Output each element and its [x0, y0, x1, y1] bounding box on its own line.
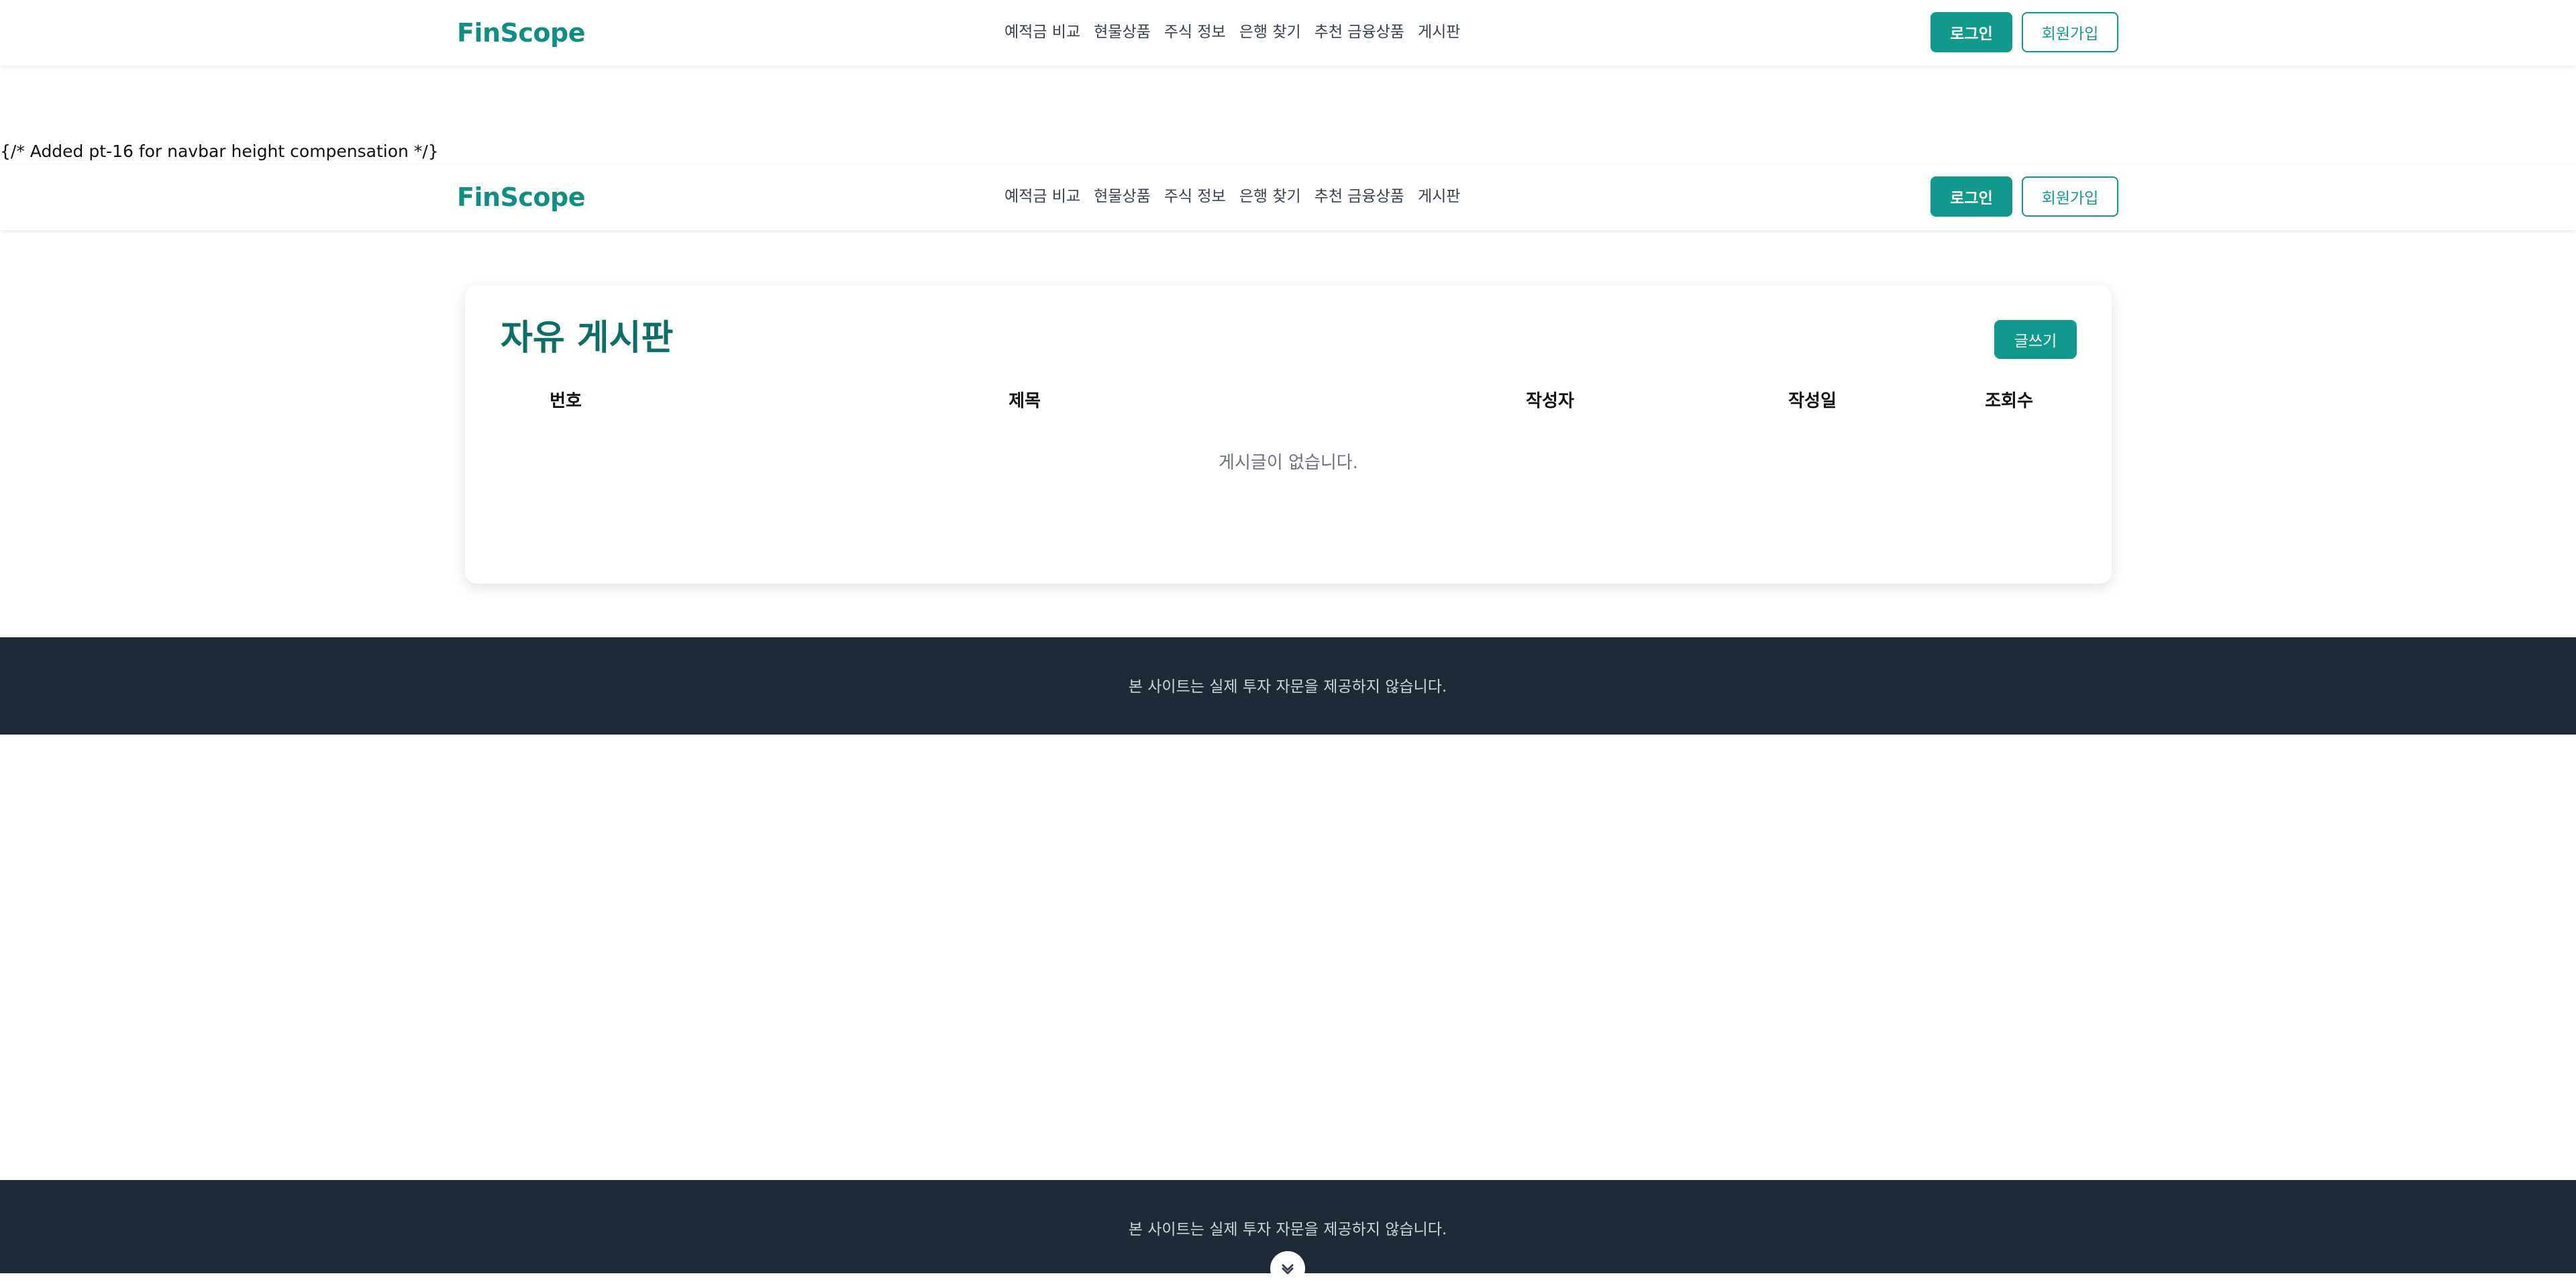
signup-button[interactable]: 회원가입 — [2022, 176, 2118, 217]
nav-link-recommended-products[interactable]: 추천 금융상품 — [1315, 184, 1404, 209]
column-header-author: 작성자 — [1526, 391, 1574, 411]
empty-posts-message: 게시글이 없습니다. — [1219, 453, 1358, 473]
stray-code-comment: {/* Added pt-16 for navbar height compen… — [0, 142, 439, 161]
brand-logo[interactable]: FinScope — [457, 17, 586, 48]
column-header-date: 작성일 — [1788, 391, 1837, 411]
nav-link-deposit-compare[interactable]: 예적금 비교 — [1004, 184, 1080, 209]
nav-links: 예적금 비교 현물상품 주식 정보 은행 찾기 추천 금융상품 게시판 — [1004, 184, 1460, 209]
nav-link-board[interactable]: 게시판 — [1418, 184, 1460, 209]
secondary-navbar: FinScope 예적금 비교 현물상품 주식 정보 은행 찾기 추천 금융상품… — [0, 164, 2576, 230]
login-button[interactable]: 로그인 — [1930, 12, 2012, 52]
nav-links: 예적금 비교 현물상품 주식 정보 은행 찾기 추천 금융상품 게시판 — [1004, 20, 1460, 44]
chevron-down-icon[interactable] — [1270, 1251, 1305, 1286]
nav-link-recommended-products[interactable]: 추천 금융상품 — [1315, 20, 1404, 44]
nav-link-stock-info[interactable]: 주식 정보 — [1164, 20, 1226, 44]
footer: 본 사이트는 실제 투자 자문을 제공하지 않습니다. — [0, 637, 2576, 735]
nav-link-stock-info[interactable]: 주식 정보 — [1164, 184, 1226, 209]
nav-link-deposit-compare[interactable]: 예적금 비교 — [1004, 20, 1080, 44]
nav-link-spot-products[interactable]: 현물상품 — [1094, 184, 1151, 209]
brand-logo[interactable]: FinScope — [457, 182, 586, 213]
top-navbar: FinScope 예적금 비교 현물상품 주식 정보 은행 찾기 추천 금융상품… — [0, 0, 2576, 66]
column-header-title: 제목 — [1009, 391, 1041, 411]
nav-link-board[interactable]: 게시판 — [1418, 20, 1460, 44]
footer-disclaimer: 본 사이트는 실제 투자 자문을 제공하지 않습니다. — [1128, 678, 1447, 696]
chevron-down-icon-graphic — [1282, 1264, 1294, 1275]
write-post-button[interactable]: 글쓰기 — [1994, 320, 2077, 359]
footer-disclaimer: 본 사이트는 실제 투자 자문을 제공하지 않습니다. — [1128, 1221, 1447, 1238]
nav-link-find-bank[interactable]: 은행 찾기 — [1239, 184, 1301, 209]
footer-secondary: 본 사이트는 실제 투자 자문을 제공하지 않습니다. — [0, 1180, 2576, 1286]
nav-link-find-bank[interactable]: 은행 찾기 — [1239, 20, 1301, 44]
signup-button[interactable]: 회원가입 — [2022, 12, 2118, 52]
column-header-number: 번호 — [550, 391, 582, 411]
board-card: 자유 게시판 글쓰기 번호 제목 작성자 작성일 조회수 게시글이 없습니다. — [465, 285, 2112, 584]
page-title: 자유 게시판 — [501, 318, 674, 358]
nav-link-spot-products[interactable]: 현물상품 — [1094, 20, 1151, 44]
column-header-views: 조회수 — [1985, 391, 2033, 411]
login-button[interactable]: 로그인 — [1930, 176, 2012, 217]
